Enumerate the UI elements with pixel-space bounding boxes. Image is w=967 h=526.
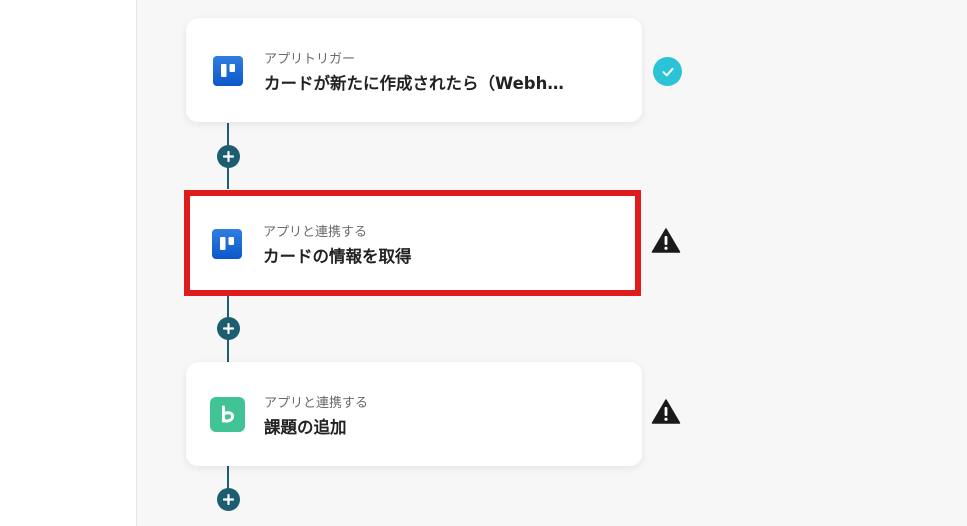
left-panel [0,0,137,526]
trello-icon [213,56,243,86]
warning-icon [651,398,681,425]
step-title: カードの情報を取得 [263,247,412,266]
step-title: 課題の追加 [264,418,347,437]
plus-icon [223,323,234,334]
plus-icon [223,151,234,162]
add-step-button[interactable] [217,317,240,340]
step-type-label: アプリと連携する [264,396,369,411]
flow-step-card-trigger[interactable]: アプリトリガー カードが新たに作成されたら（Webh… [186,18,642,122]
plus-icon [223,494,234,505]
warning-icon [651,227,681,254]
add-step-button[interactable] [217,145,240,168]
add-step-button[interactable] [217,488,240,511]
flow-step-card-add-issue[interactable]: アプリと連携する 課題の追加 [186,362,642,466]
completed-check-icon [653,57,682,86]
step-title: カードが新たに作成されたら（Webh… [264,74,564,93]
trello-icon [212,229,242,259]
step-type-label: アプリトリガー [264,52,356,67]
backlog-icon [210,397,245,432]
flow-step-card-get-card-info[interactable]: アプリと連携する カードの情報を取得 [184,190,641,296]
step-type-label: アプリと連携する [263,225,368,240]
